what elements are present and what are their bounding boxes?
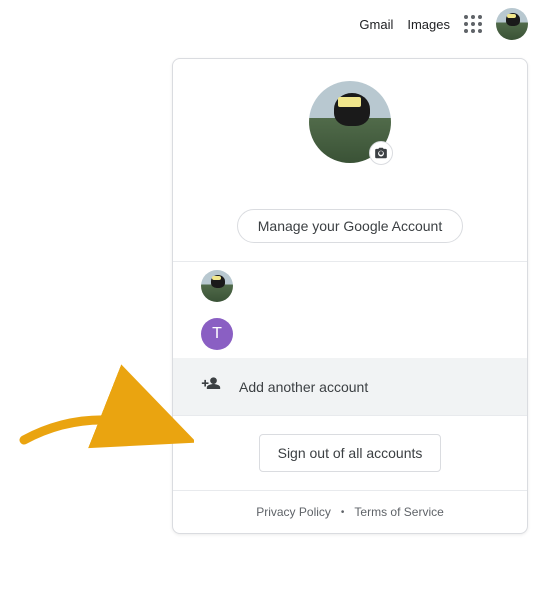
- signout-section: Sign out of all accounts: [173, 416, 527, 491]
- signout-button[interactable]: Sign out of all accounts: [259, 434, 442, 472]
- separator-dot: •: [341, 507, 345, 518]
- camera-icon[interactable]: [369, 141, 393, 165]
- account-initial: T: [212, 325, 222, 343]
- account-avatar-initial: T: [201, 318, 233, 350]
- panel-header: Manage your Google Account: [173, 59, 527, 262]
- account-row[interactable]: [173, 262, 527, 310]
- add-account-label: Add another account: [239, 379, 368, 395]
- add-account-button[interactable]: Add another account: [173, 358, 527, 415]
- privacy-link[interactable]: Privacy Policy: [256, 505, 331, 519]
- profile-avatar-button[interactable]: [496, 8, 528, 40]
- gmail-link[interactable]: Gmail: [359, 17, 393, 32]
- topbar: Gmail Images: [359, 8, 528, 40]
- account-row[interactable]: T: [173, 310, 527, 358]
- accounts-list: T Add another account: [173, 262, 527, 416]
- terms-link[interactable]: Terms of Service: [354, 505, 443, 519]
- manage-account-button[interactable]: Manage your Google Account: [237, 209, 463, 243]
- annotation-arrow: [14, 352, 194, 462]
- apps-grid-icon[interactable]: [464, 15, 482, 33]
- person-add-icon: [201, 374, 221, 399]
- account-avatar: [201, 270, 233, 302]
- images-link[interactable]: Images: [407, 17, 450, 32]
- footer-links: Privacy Policy • Terms of Service: [173, 491, 527, 519]
- profile-avatar-large: [309, 81, 391, 163]
- account-panel: Manage your Google Account T Add another…: [172, 58, 528, 534]
